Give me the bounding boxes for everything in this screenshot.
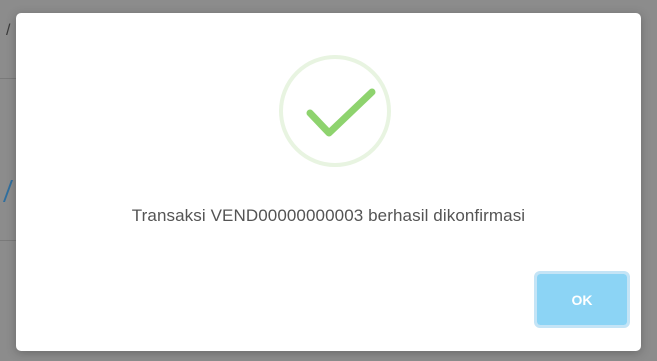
- checkmark-success-icon: [279, 55, 391, 167]
- background-link-fragment: [2, 180, 17, 202]
- success-dialog: Transaksi VEND00000000003 berhasil dikon…: [16, 13, 641, 351]
- background-divider: [0, 240, 16, 241]
- checkmark-icon: [306, 88, 376, 137]
- dialog-message: Transaksi VEND00000000003 berhasil dikon…: [131, 206, 526, 225]
- background-breadcrumb-separator: /: [6, 22, 11, 39]
- background-divider: [0, 78, 16, 79]
- ok-button[interactable]: OK: [534, 271, 630, 328]
